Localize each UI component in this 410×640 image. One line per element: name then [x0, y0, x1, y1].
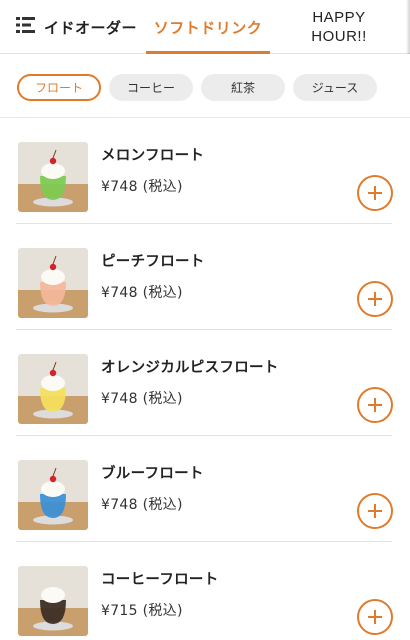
list-item[interactable]: ピーチフロート ¥748 (税込)	[0, 224, 410, 330]
product-price: ¥715 (税込)	[101, 603, 183, 619]
product-price: ¥748 (税込)	[101, 391, 183, 407]
filter-chip-label: フロート	[34, 81, 83, 95]
product-price: ¥748 (税込)	[101, 497, 183, 513]
plus-icon	[368, 504, 382, 518]
product-name: オレンジカルピスフロート	[101, 360, 279, 376]
product-image	[18, 460, 88, 530]
filter-chip-label: 紅茶	[230, 81, 255, 95]
plus-icon	[368, 292, 382, 306]
tab-order[interactable]: イドオーダー	[44, 0, 137, 54]
tab-happy-hour-line1: HAPPY	[312, 9, 366, 26]
list-item[interactable]: コーヒーフロート ¥715 (税込)	[0, 542, 410, 640]
list-item[interactable]: ブルーフロート ¥748 (税込)	[0, 436, 410, 542]
filter-chip-juice[interactable]: ジュース	[293, 74, 377, 101]
top-navigation: イドオーダー ソフトドリンク HAPPY HOUR!!	[0, 0, 410, 54]
plus-icon	[368, 610, 382, 624]
tab-order-label: イドオーダー	[44, 18, 138, 37]
add-to-cart-button[interactable]	[357, 493, 393, 529]
product-name: ピーチフロート	[101, 254, 205, 270]
product-name: メロンフロート	[101, 148, 205, 164]
add-to-cart-button[interactable]	[357, 599, 393, 635]
list-menu-icon[interactable]	[16, 16, 36, 34]
plus-icon	[368, 398, 382, 412]
filter-chip-label: ジュース	[311, 81, 359, 95]
product-image	[18, 248, 88, 318]
product-name: ブルーフロート	[101, 466, 204, 482]
tab-soft-drink[interactable]: ソフトドリンク	[146, 0, 270, 54]
tab-happy-hour[interactable]: HAPPY HOUR!!	[296, 0, 382, 54]
filter-chip-coffee[interactable]: コーヒー	[109, 74, 193, 101]
product-image	[18, 566, 88, 636]
filter-chip-float[interactable]: フロート	[17, 74, 101, 101]
plus-icon	[368, 186, 382, 200]
product-price: ¥748 (税込)	[101, 179, 183, 195]
product-image	[18, 354, 88, 424]
category-filter-bar: フロート コーヒー 紅茶 ジュース	[0, 54, 410, 118]
product-name: コーヒーフロート	[101, 572, 219, 588]
list-item[interactable]: オレンジカルピスフロート ¥748 (税込)	[0, 330, 410, 436]
tab-happy-hour-line2: HOUR!!	[311, 28, 367, 45]
filter-chip-tea[interactable]: 紅茶	[201, 74, 285, 101]
product-price: ¥748 (税込)	[101, 285, 183, 301]
add-to-cart-button[interactable]	[357, 387, 393, 423]
scroll-edge-shadow	[406, 0, 410, 54]
add-to-cart-button[interactable]	[357, 281, 393, 317]
add-to-cart-button[interactable]	[357, 175, 393, 211]
product-image	[18, 142, 88, 212]
tab-soft-drink-label: ソフトドリンク	[153, 18, 263, 37]
list-item[interactable]: メロンフロート ¥748 (税込)	[0, 118, 410, 224]
filter-chip-label: コーヒー	[126, 81, 175, 95]
